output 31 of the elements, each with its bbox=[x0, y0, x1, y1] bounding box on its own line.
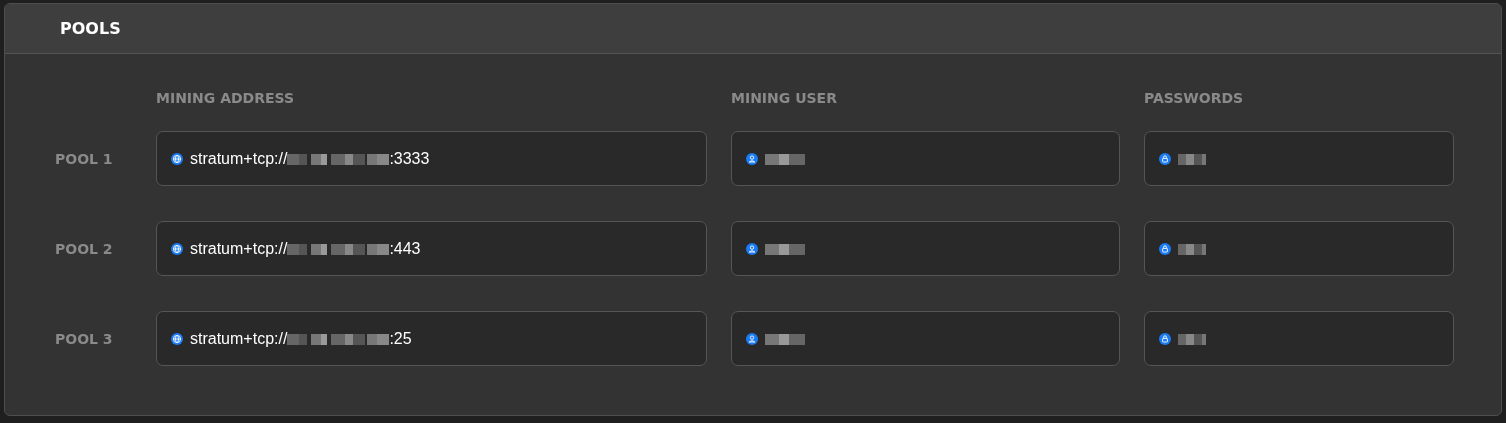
redaction-mark bbox=[1178, 151, 1206, 166]
redaction-mark bbox=[765, 241, 805, 256]
password-field[interactable] bbox=[1144, 221, 1454, 276]
address-field[interactable]: stratum+tcp:// :25 bbox=[156, 311, 707, 366]
user-icon bbox=[746, 332, 758, 345]
redaction-mark bbox=[1178, 241, 1206, 256]
column-header: MINING USER bbox=[731, 90, 838, 106]
password-field[interactable] bbox=[1144, 131, 1454, 186]
column-header: PASSWORDS bbox=[1144, 90, 1245, 106]
globe-icon bbox=[171, 242, 183, 255]
pool-label: POOL 3 bbox=[55, 330, 114, 347]
address-field[interactable]: stratum+tcp:// :443 bbox=[156, 221, 707, 276]
user-field[interactable] bbox=[731, 311, 1120, 366]
user-icon bbox=[746, 152, 758, 165]
password-field[interactable] bbox=[1144, 311, 1454, 366]
user-field[interactable] bbox=[731, 131, 1120, 186]
lock-icon bbox=[1159, 152, 1171, 165]
lock-icon bbox=[1159, 242, 1171, 255]
user-icon bbox=[746, 242, 758, 255]
column-header: MINING ADDRESS bbox=[156, 90, 296, 106]
redaction-mark bbox=[765, 331, 805, 346]
pool-label: POOL 1 bbox=[55, 150, 114, 167]
redaction-mark bbox=[765, 151, 805, 166]
globe-icon bbox=[171, 152, 183, 165]
globe-icon bbox=[171, 332, 183, 345]
redaction-mark bbox=[1178, 331, 1206, 346]
user-field[interactable] bbox=[731, 221, 1120, 276]
lock-icon bbox=[1159, 332, 1171, 345]
panel-title: POOLS bbox=[60, 19, 121, 38]
pool-label: POOL 2 bbox=[55, 240, 114, 257]
address-field[interactable]: stratum+tcp:// :3333 bbox=[156, 131, 707, 186]
